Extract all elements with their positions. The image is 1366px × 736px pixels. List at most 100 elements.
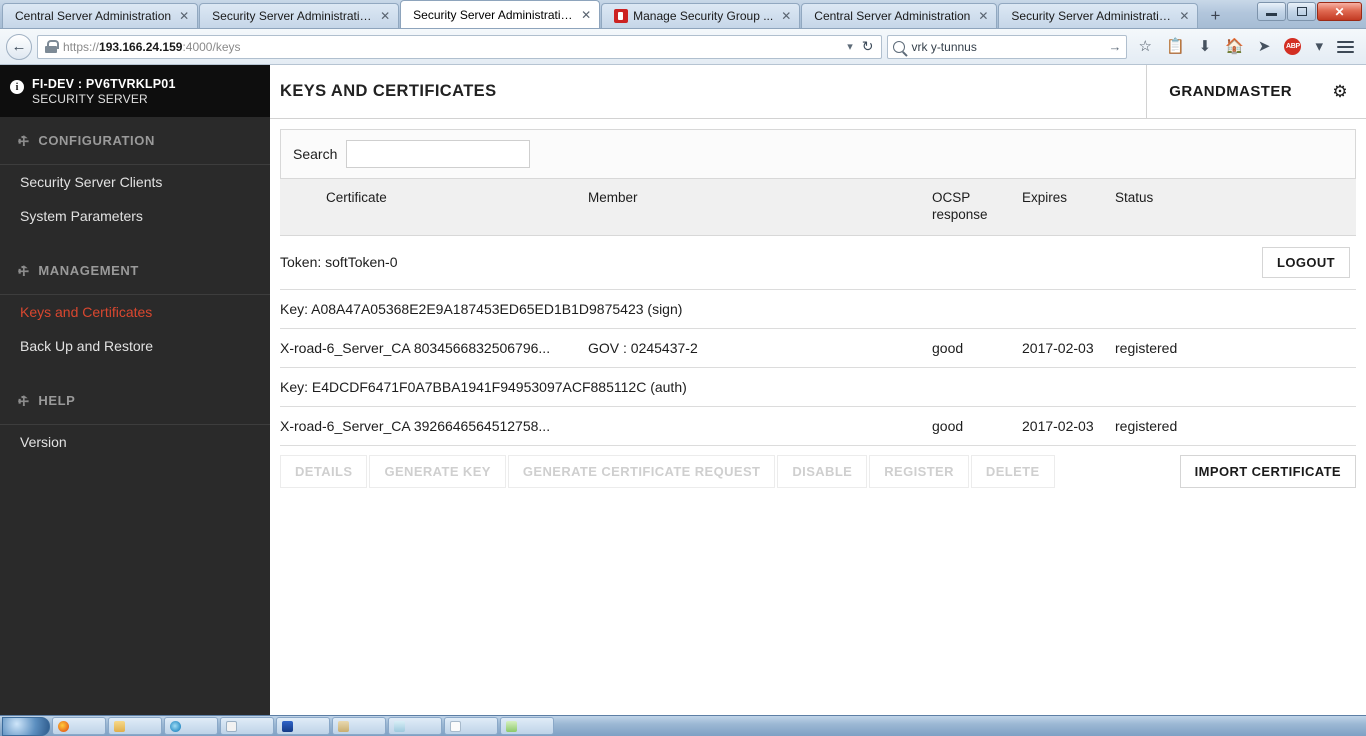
cell-member: GOV : 0245437-2 <box>588 328 932 368</box>
address-bar[interactable]: https://193.166.24.159:4000/keys ▾ ↻ <box>37 34 883 59</box>
wrench-icon: ⚒ <box>14 261 33 280</box>
pocket-icon[interactable]: ➤ <box>1258 39 1271 54</box>
generate-certificate-request-button[interactable]: GENERATE CERTIFICATE REQUEST <box>507 454 776 488</box>
cell-ocsp-response: good <box>932 406 1022 446</box>
chevron-down-icon[interactable]: ▾ <box>1315 39 1323 54</box>
column-ocsp-response: OCSP response <box>932 178 1022 236</box>
sidebar-section-management: ⚒ MANAGEMENT <box>0 247 270 295</box>
taskbar-item-app-cyan[interactable] <box>388 717 442 735</box>
window-controls: ✕ <box>1257 2 1362 21</box>
tab-label: Security Server Administration <box>212 9 373 23</box>
search-submit-icon[interactable]: → <box>1108 39 1121 54</box>
wrench-icon: ⚒ <box>14 131 33 150</box>
tab-close-icon[interactable]: ✕ <box>781 10 791 22</box>
tab-close-icon[interactable]: ✕ <box>581 9 591 21</box>
cell-certificate: X-road-6_Server_CA 3926646564512758... <box>280 406 588 446</box>
close-icon[interactable]: ✕ <box>1317 2 1362 21</box>
taskbar-item-app-blue[interactable] <box>276 717 330 735</box>
ocsp-header-wrap: OCSP response <box>932 190 1016 224</box>
current-user-label: GRANDMASTER <box>1146 64 1314 119</box>
browser-tab-5[interactable]: Central Server Administration ✕ <box>801 3 998 28</box>
taskbar-item-document[interactable] <box>220 717 274 735</box>
browser-tabstrip: Central Server Administration ✕ Security… <box>0 0 1366 29</box>
browser-search-bar[interactable]: vrk y-tunnus → <box>887 34 1128 59</box>
cell-ocsp-response: good <box>932 328 1022 368</box>
browser-tab-1[interactable]: Central Server Administration ✕ <box>2 3 199 28</box>
sidebar-item-security-server-clients[interactable]: Security Server Clients <box>0 165 270 199</box>
key-row-sign[interactable]: Key: A08A47A05368E2E9A187453ED65ED1B1D98… <box>280 289 1356 329</box>
key-label: Key: E4DCDF6471F0A7BBA1941F94953097ACF88… <box>280 367 1356 407</box>
details-button[interactable]: DETAILS <box>280 454 368 488</box>
sidebar-section-label: CONFIGURATION <box>38 133 155 148</box>
ocsp-header-line2: response <box>932 206 988 222</box>
gear-icon[interactable]: ⚙ <box>1314 65 1366 119</box>
sidebar-item-system-parameters[interactable]: System Parameters <box>0 199 270 233</box>
downloads-icon[interactable]: ⬇ <box>1199 39 1212 54</box>
lock-icon <box>45 40 59 53</box>
tab-close-icon[interactable]: ✕ <box>380 10 390 22</box>
taskbar-item-firefox[interactable] <box>52 717 106 735</box>
logout-button[interactable]: LOGOUT <box>1261 246 1350 278</box>
minimize-icon[interactable] <box>1257 2 1286 21</box>
browser-tab-3-active[interactable]: Security Server Administration ✕ <box>400 0 601 28</box>
generate-key-button[interactable]: GENERATE KEY <box>369 454 506 488</box>
ocsp-header-line1: OCSP <box>932 190 971 205</box>
content-header: KEYS AND CERTIFICATES GRANDMASTER ⚙ <box>270 64 1366 119</box>
start-button-icon[interactable] <box>2 716 50 736</box>
token-row[interactable]: Token: softToken-0 LOGOUT <box>280 235 1356 290</box>
disable-button[interactable]: DISABLE <box>777 454 868 488</box>
content-area: Search Certificate Member OCSP response <box>270 119 1366 488</box>
import-certificate-button[interactable]: IMPORT CERTIFICATE <box>1179 454 1356 488</box>
browser-tab-4[interactable]: Manage Security Group ... ✕ <box>601 3 801 28</box>
reader-list-icon[interactable]: 📋 <box>1166 39 1185 54</box>
search-label: Search <box>293 146 338 162</box>
sidebar-item-back-up-and-restore[interactable]: Back Up and Restore <box>0 329 270 363</box>
tab-close-icon[interactable]: ✕ <box>179 10 189 22</box>
taskbar-item-app-tan[interactable] <box>332 717 386 735</box>
tab-close-icon[interactable]: ✕ <box>978 10 988 22</box>
column-member: Member <box>588 178 932 236</box>
adblock-plus-icon[interactable]: ABP <box>1284 38 1302 55</box>
cell-expires: 2017-02-03 <box>1022 328 1115 368</box>
sidebar-item-version[interactable]: Version <box>0 425 270 459</box>
back-button-icon[interactable]: ← <box>6 33 32 60</box>
taskbar-item-app-green[interactable] <box>500 717 554 735</box>
main-content: KEYS AND CERTIFICATES GRANDMASTER ⚙ Sear… <box>270 64 1366 715</box>
reload-icon[interactable]: ↻ <box>862 38 874 55</box>
browser-tab-6[interactable]: Security Server Administration ✕ <box>998 3 1199 28</box>
sidebar-item-keys-and-certificates[interactable]: Keys and Certificates <box>0 295 270 329</box>
info-icon: i <box>10 80 24 94</box>
taskbar-item-explorer[interactable] <box>108 717 162 735</box>
tab-label: Central Server Administration <box>15 9 172 23</box>
browser-tab-2[interactable]: Security Server Administration ✕ <box>199 3 400 28</box>
taskbar-item-app-white[interactable] <box>444 717 498 735</box>
column-certificate: Certificate <box>280 178 588 236</box>
cell-status: registered <box>1115 328 1356 368</box>
register-button[interactable]: REGISTER <box>869 454 969 488</box>
sidebar-server-role: SECURITY SERVER <box>32 92 148 106</box>
url-host: 193.166.24.159 <box>99 39 183 54</box>
chevron-down-icon[interactable]: ▾ <box>847 40 853 53</box>
table-header: Certificate Member OCSP response Expires… <box>280 178 1356 236</box>
bookmark-star-icon[interactable]: ☆ <box>1138 39 1151 54</box>
table-row[interactable]: X-road-6_Server_CA 8034566832506796... G… <box>280 328 1356 368</box>
maximize-icon[interactable] <box>1287 2 1316 21</box>
table-header-row: Certificate Member OCSP response Expires… <box>280 178 1356 236</box>
address-bar-right: ▾ ↻ <box>847 38 877 55</box>
delete-button[interactable]: DELETE <box>970 454 1055 488</box>
search-row: Search <box>280 129 1356 178</box>
search-input[interactable] <box>346 140 531 168</box>
sidebar-section-label: HELP <box>38 393 76 408</box>
taskbar-item-browser[interactable] <box>164 717 218 735</box>
page-title: KEYS AND CERTIFICATES <box>280 82 497 100</box>
new-tab-button[interactable]: + <box>1202 4 1228 28</box>
key-row-auth[interactable]: Key: E4DCDF6471F0A7BBA1941F94953097ACF88… <box>280 367 1356 407</box>
browser-toolbar-buttons: ☆ 📋 ⬇ 🏠 ➤ ABP ▾ <box>1132 38 1360 55</box>
sidebar-server-name: FI-DEV : PV6TVRKLP01 <box>32 77 176 91</box>
tab-close-icon[interactable]: ✕ <box>1179 10 1189 22</box>
table-row[interactable]: X-road-6_Server_CA 3926646564512758... g… <box>280 406 1356 446</box>
menu-hamburger-icon[interactable] <box>1337 40 1354 53</box>
home-icon[interactable]: 🏠 <box>1225 39 1244 54</box>
